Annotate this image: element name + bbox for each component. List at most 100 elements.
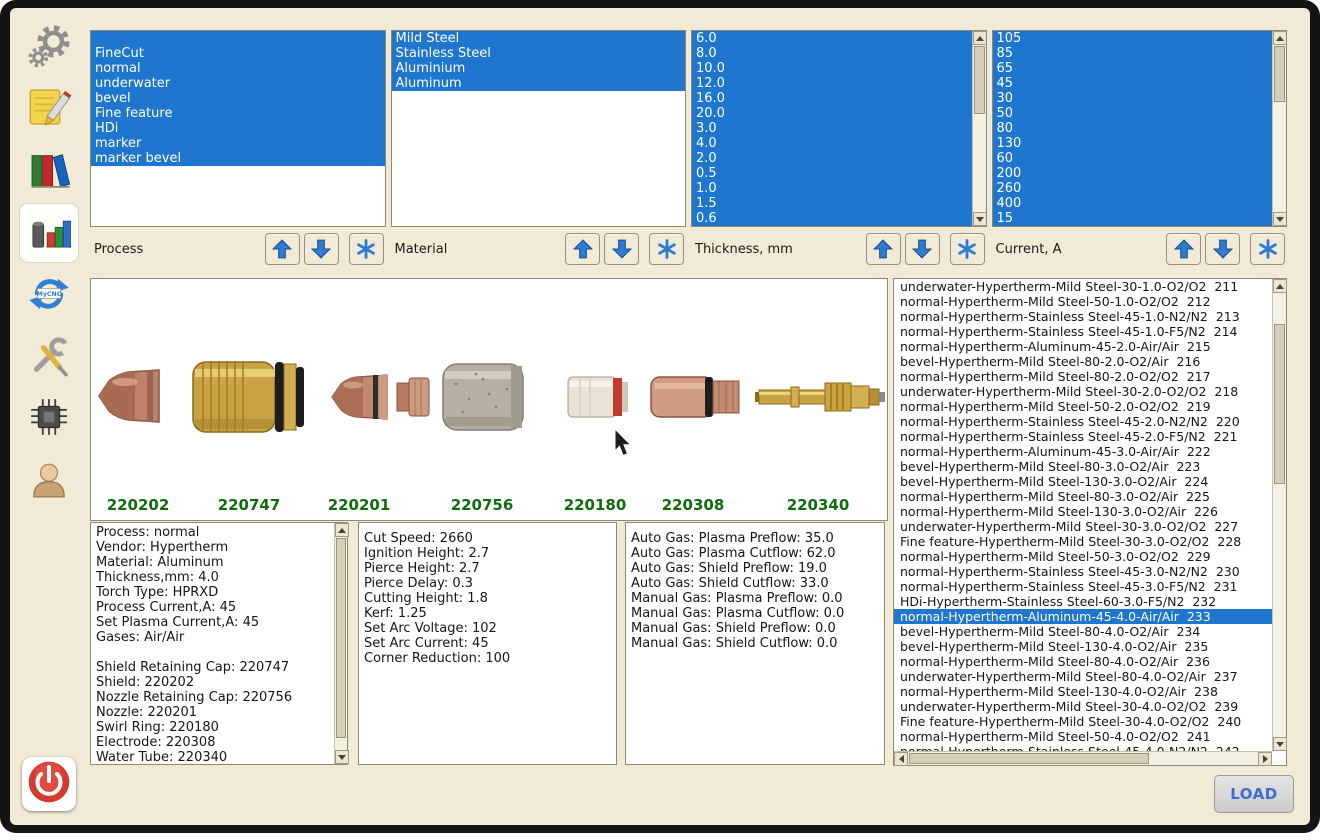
current-option[interactable]: 80	[992, 121, 1272, 136]
result-row[interactable]: normal-Hypertherm-Mild Steel-50-4.0-O2/O…	[894, 729, 1272, 744]
scroll-thumb[interactable]	[1274, 324, 1285, 484]
result-row[interactable]: normal-Hypertherm-Stainless Steel-45-4.0…	[894, 744, 1272, 751]
result-row[interactable]: normal-Hypertherm-Mild Steel-50-2.0-O2/O…	[894, 399, 1272, 414]
process-listbox[interactable]: FineCut normal underwater bevel Fine feature…	[90, 30, 386, 227]
result-row[interactable]: normal-Hypertherm-Stainless Steel-45-2.0…	[894, 429, 1272, 444]
material-select-all-button[interactable]	[649, 233, 684, 265]
info-scrollbar[interactable]	[334, 523, 349, 764]
material-up-button[interactable]	[565, 233, 600, 265]
sidebar-item-user[interactable]	[20, 452, 78, 510]
thickness-listbox[interactable]: 6.0 8.0 10.0 12.0 16.0 20.0 3.0 4.0 2.0 0.5 1.0 1.5…	[691, 30, 987, 227]
current-option[interactable]: 400	[992, 196, 1272, 211]
result-row[interactable]: underwater-Hypertherm-Mild Steel-30-1.0-…	[894, 279, 1272, 294]
scroll-up-button[interactable]	[335, 523, 349, 537]
result-row[interactable]: normal-Hypertherm-Mild Steel-80-4.0-O2/A…	[894, 654, 1272, 669]
thickness-option[interactable]: 3.0	[692, 121, 972, 136]
thickness-down-button[interactable]	[904, 233, 940, 265]
result-row[interactable]: bevel-Hypertherm-Mild Steel-80-2.0-O2/Ai…	[894, 354, 1272, 369]
current-option[interactable]: 45	[992, 76, 1272, 91]
material-option[interactable]: Mild Steel	[391, 31, 685, 46]
current-option[interactable]: 85	[992, 46, 1272, 61]
material-down-button[interactable]	[604, 233, 639, 265]
results-vertical-scrollbar[interactable]	[1272, 279, 1287, 751]
thickness-option[interactable]: 8.0	[692, 46, 972, 61]
thickness-option[interactable]: 10.0	[692, 61, 972, 76]
current-select-all-button[interactable]	[1250, 233, 1285, 265]
sidebar-item-consumables[interactable]	[20, 204, 78, 262]
result-row[interactable]: normal-Hypertherm-Mild Steel-130-3.0-O2/…	[894, 504, 1272, 519]
scroll-thumb[interactable]	[336, 538, 346, 738]
scroll-up-button[interactable]	[1273, 279, 1287, 293]
sidebar-item-settings[interactable]	[20, 18, 78, 76]
result-row[interactable]: normal-Hypertherm-Stainless Steel-45-1.0…	[894, 324, 1272, 339]
sidebar-item-sync[interactable]: MyCNC	[20, 266, 78, 324]
current-option[interactable]: 60	[992, 151, 1272, 166]
current-option[interactable]: 50	[992, 106, 1272, 121]
current-up-button[interactable]	[1166, 233, 1201, 265]
scroll-right-button[interactable]	[1258, 752, 1272, 766]
result-row[interactable]: normal-Hypertherm-Stainless Steel-45-1.0…	[894, 309, 1272, 324]
process-option[interactable]	[91, 31, 385, 46]
result-row[interactable]: Fine feature-Hypertherm-Mild Steel-30-3.…	[894, 534, 1272, 549]
scroll-thumb[interactable]	[973, 46, 985, 114]
results-horizontal-scrollbar[interactable]	[894, 751, 1272, 766]
thickness-option[interactable]: 16.0	[692, 91, 972, 106]
thickness-option[interactable]: 4.0	[692, 136, 972, 151]
sidebar-item-notes[interactable]	[20, 80, 78, 138]
process-up-button[interactable]	[264, 233, 300, 265]
result-row[interactable]: normal-Hypertherm-Aluminum-45-2.0-Air/Ai…	[894, 339, 1272, 354]
process-option[interactable]: normal	[91, 61, 385, 76]
thickness-option[interactable]: 1.5	[692, 196, 972, 211]
scroll-up-button[interactable]	[972, 31, 986, 45]
scroll-down-button[interactable]	[1273, 212, 1287, 226]
current-option[interactable]: 30	[992, 91, 1272, 106]
result-row[interactable]: normal-Hypertherm-Stainless Steel-45-2.0…	[894, 414, 1272, 429]
current-option[interactable]: 130	[992, 136, 1272, 151]
thickness-scrollbar[interactable]	[971, 31, 986, 226]
current-down-button[interactable]	[1205, 233, 1240, 265]
result-row[interactable]: normal-Hypertherm-Aluminum-45-4.0-Air/Ai…	[894, 609, 1272, 624]
load-button[interactable]: LOAD	[1214, 775, 1294, 813]
result-row[interactable]: underwater-Hypertherm-Mild Steel-30-2.0-…	[894, 384, 1272, 399]
current-listbox[interactable]: 105 85 65 45 30 50 80 130 60 200 260 400 15	[991, 30, 1287, 227]
result-row[interactable]: underwater-Hypertherm-Mild Steel-30-4.0-…	[894, 699, 1272, 714]
scroll-up-button[interactable]	[1273, 31, 1287, 45]
process-down-button[interactable]	[303, 233, 339, 265]
result-row[interactable]: bevel-Hypertherm-Mild Steel-130-3.0-O2/A…	[894, 474, 1272, 489]
result-row[interactable]: normal-Hypertherm-Mild Steel-50-3.0-O2/O…	[894, 549, 1272, 564]
thickness-up-button[interactable]	[865, 233, 901, 265]
current-option[interactable]: 200	[992, 166, 1272, 181]
process-option[interactable]: FineCut	[91, 46, 385, 61]
thickness-option[interactable]: 2.0	[692, 151, 972, 166]
result-row[interactable]: normal-Hypertherm-Aluminum-45-3.0-Air/Ai…	[894, 444, 1272, 459]
material-option[interactable]: Aluminium	[391, 61, 685, 76]
thickness-option[interactable]: 0.5	[692, 166, 972, 181]
scroll-thumb[interactable]	[1274, 46, 1285, 102]
thickness-option[interactable]: 6.0	[692, 31, 972, 46]
sidebar-item-library[interactable]	[20, 142, 78, 200]
current-option[interactable]: 260	[992, 181, 1272, 196]
result-row[interactable]: bevel-Hypertherm-Mild Steel-130-4.0-O2/A…	[894, 639, 1272, 654]
process-option[interactable]: HDi	[91, 121, 385, 136]
result-row[interactable]: bevel-Hypertherm-Mild Steel-80-3.0-O2/Ai…	[894, 459, 1272, 474]
thickness-option[interactable]: 0.6	[692, 211, 972, 226]
result-row[interactable]: normal-Hypertherm-Mild Steel-80-3.0-O2/A…	[894, 489, 1272, 504]
result-row[interactable]: HDi-Hypertherm-Stainless Steel-60-3.0-F5…	[894, 594, 1272, 609]
result-row[interactable]: bevel-Hypertherm-Mild Steel-80-4.0-O2/Ai…	[894, 624, 1272, 639]
result-row[interactable]: normal-Hypertherm-Stainless Steel-45-3.0…	[894, 564, 1272, 579]
process-option[interactable]: marker	[91, 136, 385, 151]
current-option[interactable]: 105	[992, 31, 1272, 46]
result-row[interactable]: Fine feature-Hypertherm-Mild Steel-30-4.…	[894, 714, 1272, 729]
result-row[interactable]: normal-Hypertherm-Mild Steel-130-4.0-O2/…	[894, 684, 1272, 699]
process-option[interactable]: marker bevel	[91, 151, 385, 166]
current-option[interactable]: 15	[992, 211, 1272, 226]
sidebar-item-tools[interactable]	[20, 328, 78, 386]
material-listbox[interactable]: Mild Steel Stainless Steel Aluminium Alumin…	[390, 30, 686, 227]
thickness-select-all-button[interactable]	[949, 233, 985, 265]
material-option[interactable]: Aluminum	[391, 76, 685, 91]
sidebar-item-hardware[interactable]	[20, 390, 78, 448]
process-option[interactable]: bevel	[91, 91, 385, 106]
power-button[interactable]	[22, 757, 76, 811]
scroll-thumb[interactable]	[909, 753, 1149, 764]
scroll-down-button[interactable]	[335, 750, 349, 764]
